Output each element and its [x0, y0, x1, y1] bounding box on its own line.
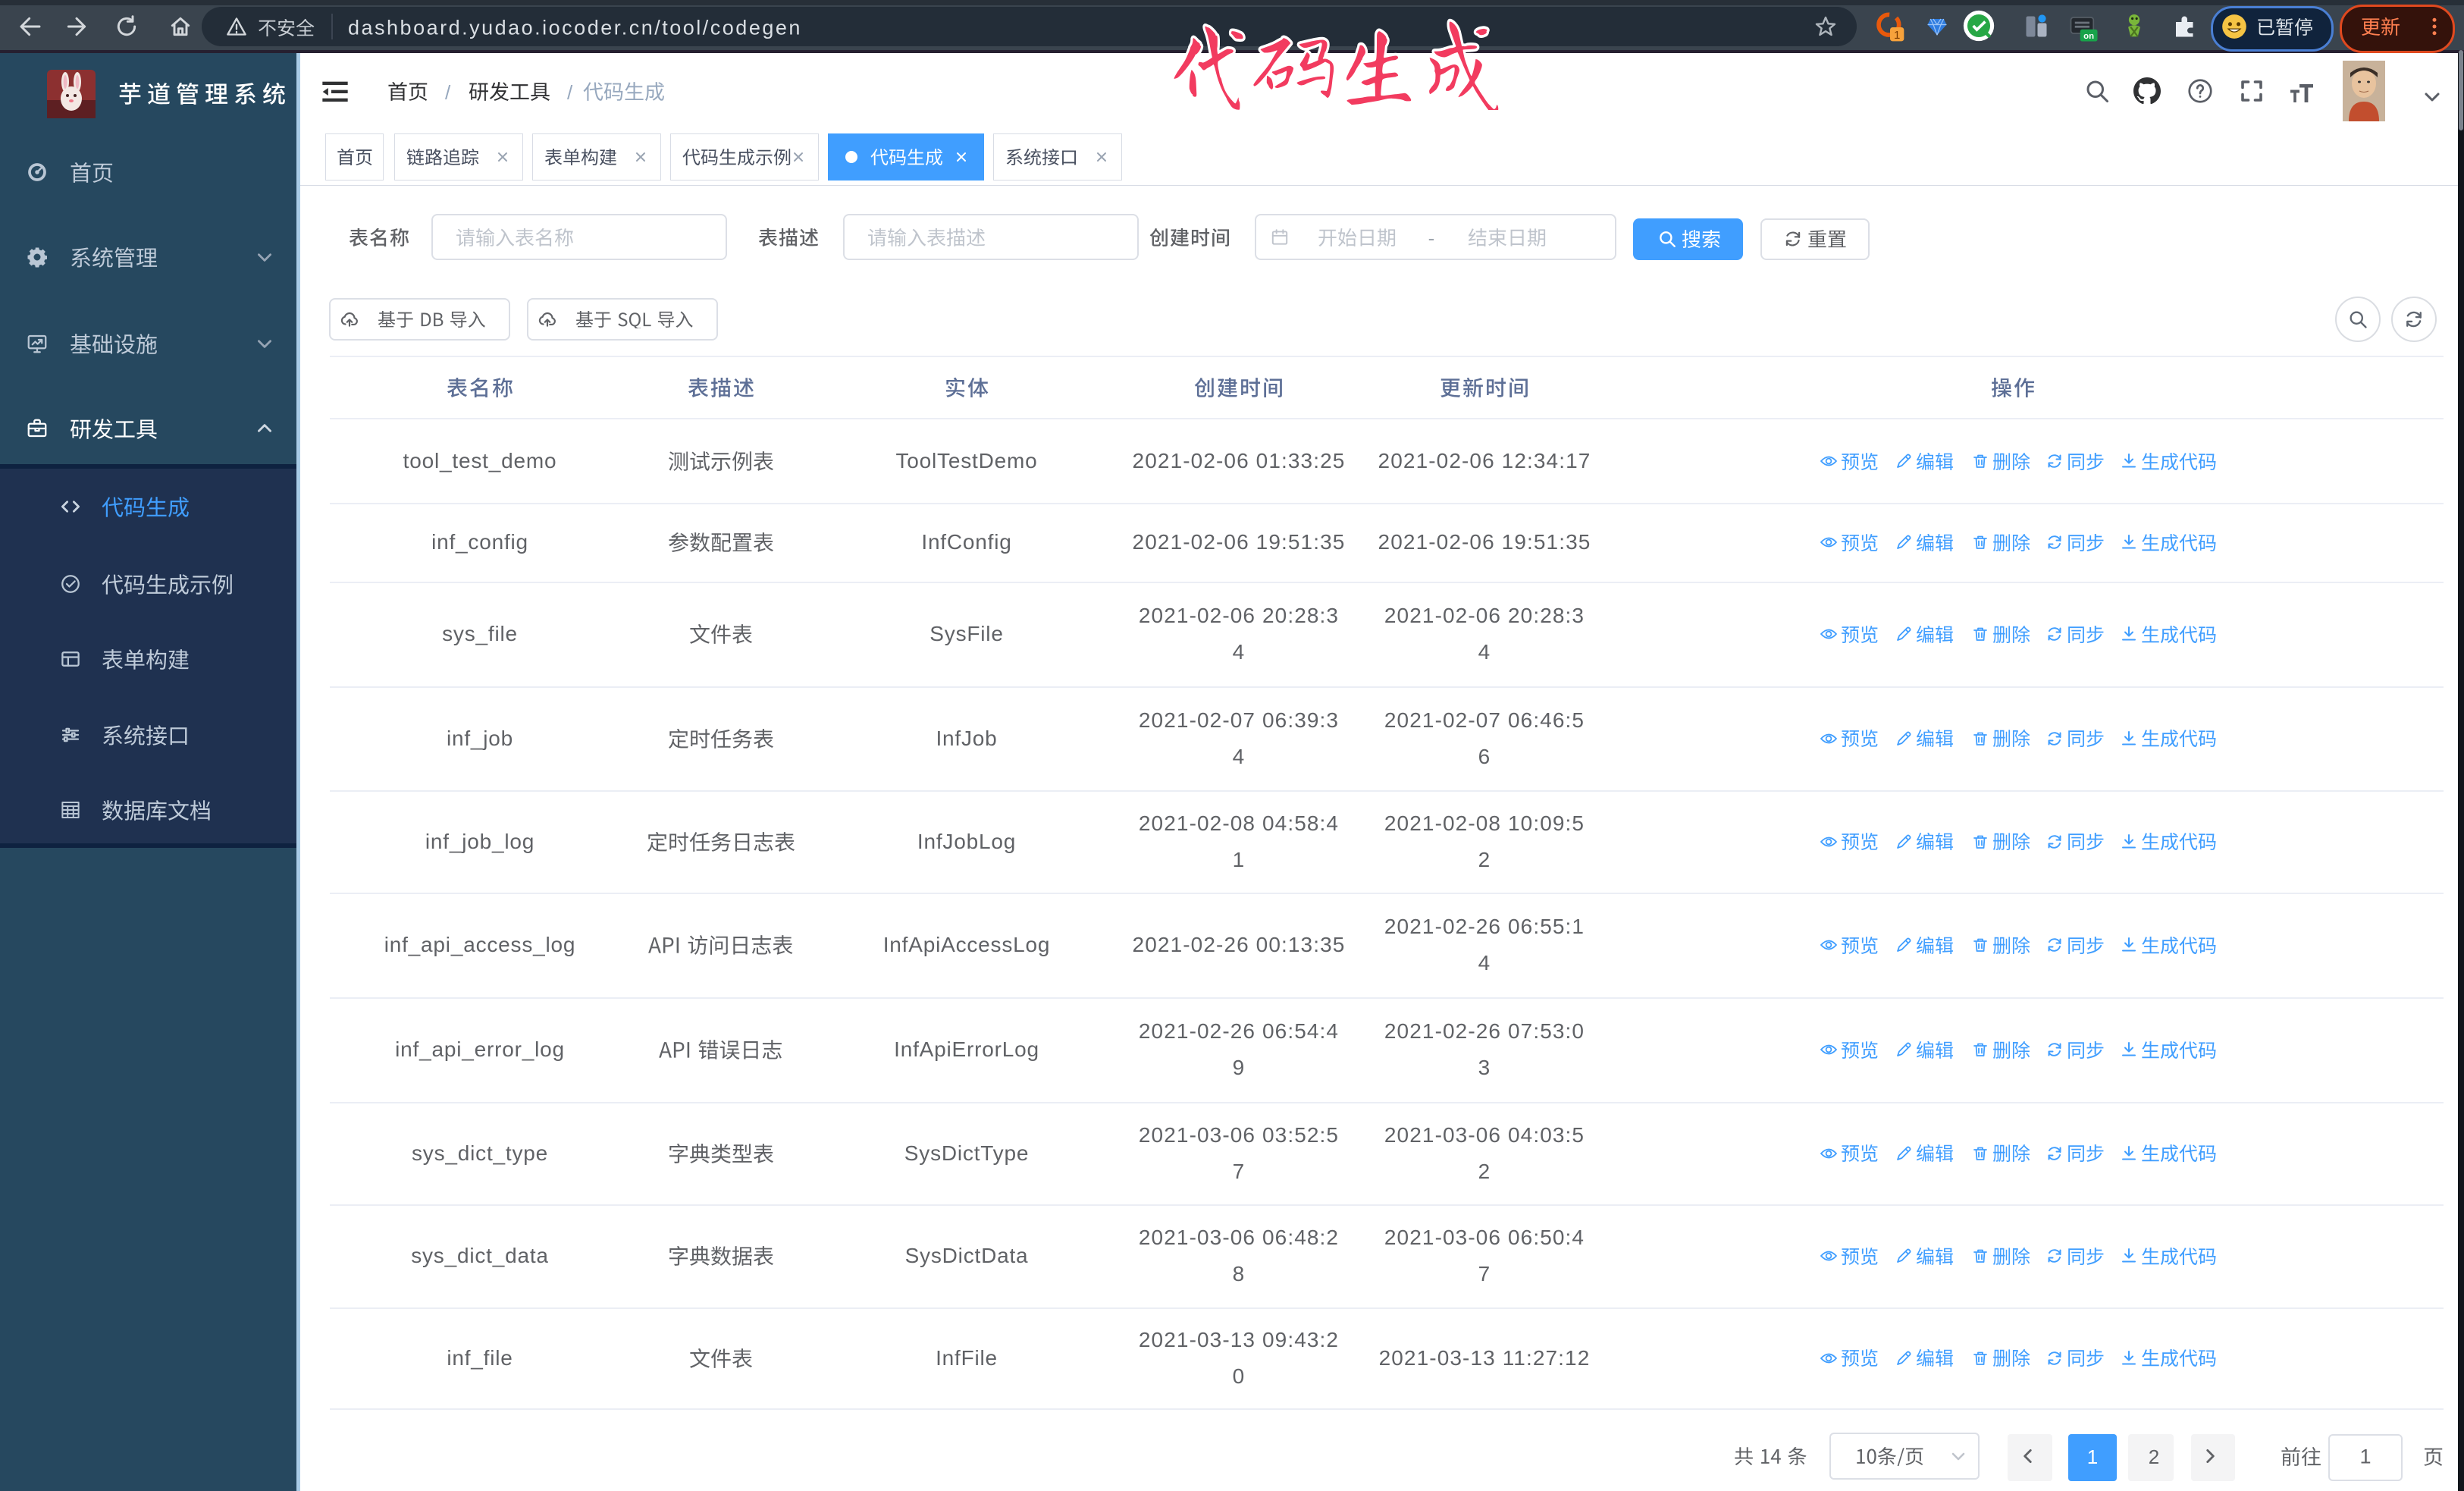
- svg-text:1: 1: [1894, 29, 1900, 42]
- svg-text:on: on: [2083, 32, 2094, 41]
